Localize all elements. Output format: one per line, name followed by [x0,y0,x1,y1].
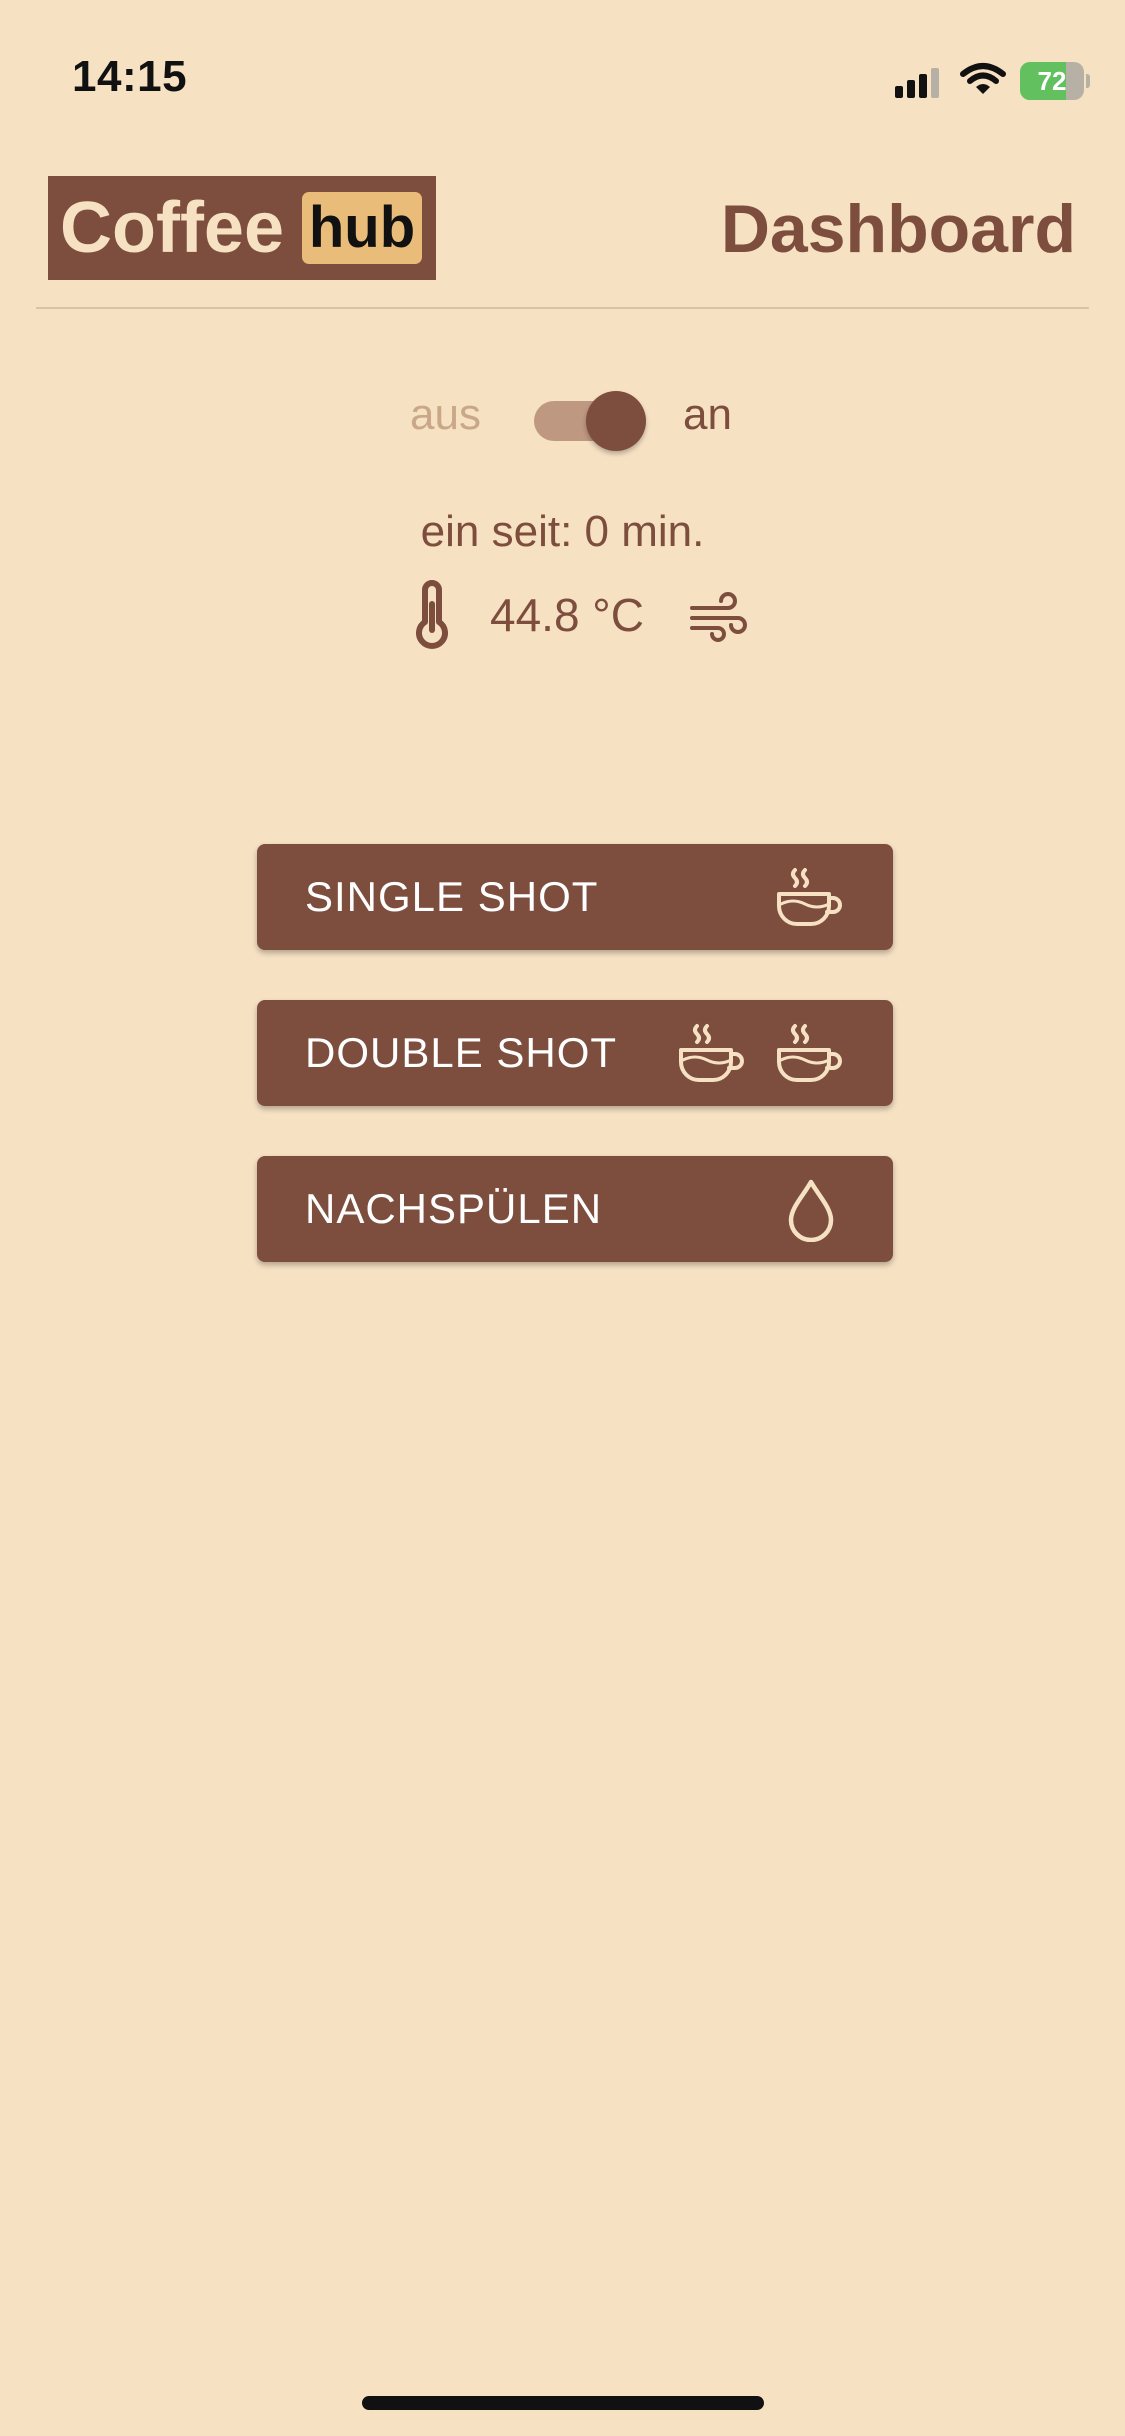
status-time: 14:15 [72,52,188,101]
signal-icon [895,68,939,98]
water-drop-icon [788,1179,834,1242]
header-divider [36,307,1089,309]
app-logo[interactable]: Coffee hub [48,176,436,280]
rinse-button[interactable]: NACHSPÜLEN [257,1156,893,1262]
home-indicator[interactable] [362,2396,764,2410]
battery-percent: 72 [1037,66,1067,96]
thermometer-icon [416,580,448,649]
coffee-cup-icon [777,868,842,926]
switch-thumb[interactable] [586,391,646,451]
double-shot-button[interactable]: DOUBLE SHOT [257,1000,893,1106]
status-bar: 14:15 72 [0,0,1125,160]
temperature-row: 44.8 °C [0,580,1125,650]
rinse-label: NACHSPÜLEN [305,1185,603,1232]
wind-icon [690,592,747,642]
double-shot-label: DOUBLE SHOT [305,1029,618,1076]
coffee-cup-icon [777,1024,842,1082]
battery-icon: 72 [1020,62,1090,100]
app-header: Coffee hub Dashboard [0,170,1125,310]
logo-text-coffee: Coffee [60,188,285,268]
single-shot-label: SINGLE SHOT [305,873,599,920]
page-title: Dashboard [720,191,1076,267]
logo-text-hub: hub [302,192,422,264]
single-shot-button[interactable]: SINGLE SHOT [257,844,893,950]
power-toggle-row: aus an [0,380,1125,451]
power-off-label: aus [410,390,481,439]
wifi-icon [960,63,1006,94]
power-on-label: an [683,390,732,439]
temperature-value: 44.8 °C [490,589,644,641]
power-switch[interactable] [534,389,648,451]
coffee-cup-icon [679,1024,744,1082]
uptime-text: ein seit: 0 min. [420,507,705,556]
